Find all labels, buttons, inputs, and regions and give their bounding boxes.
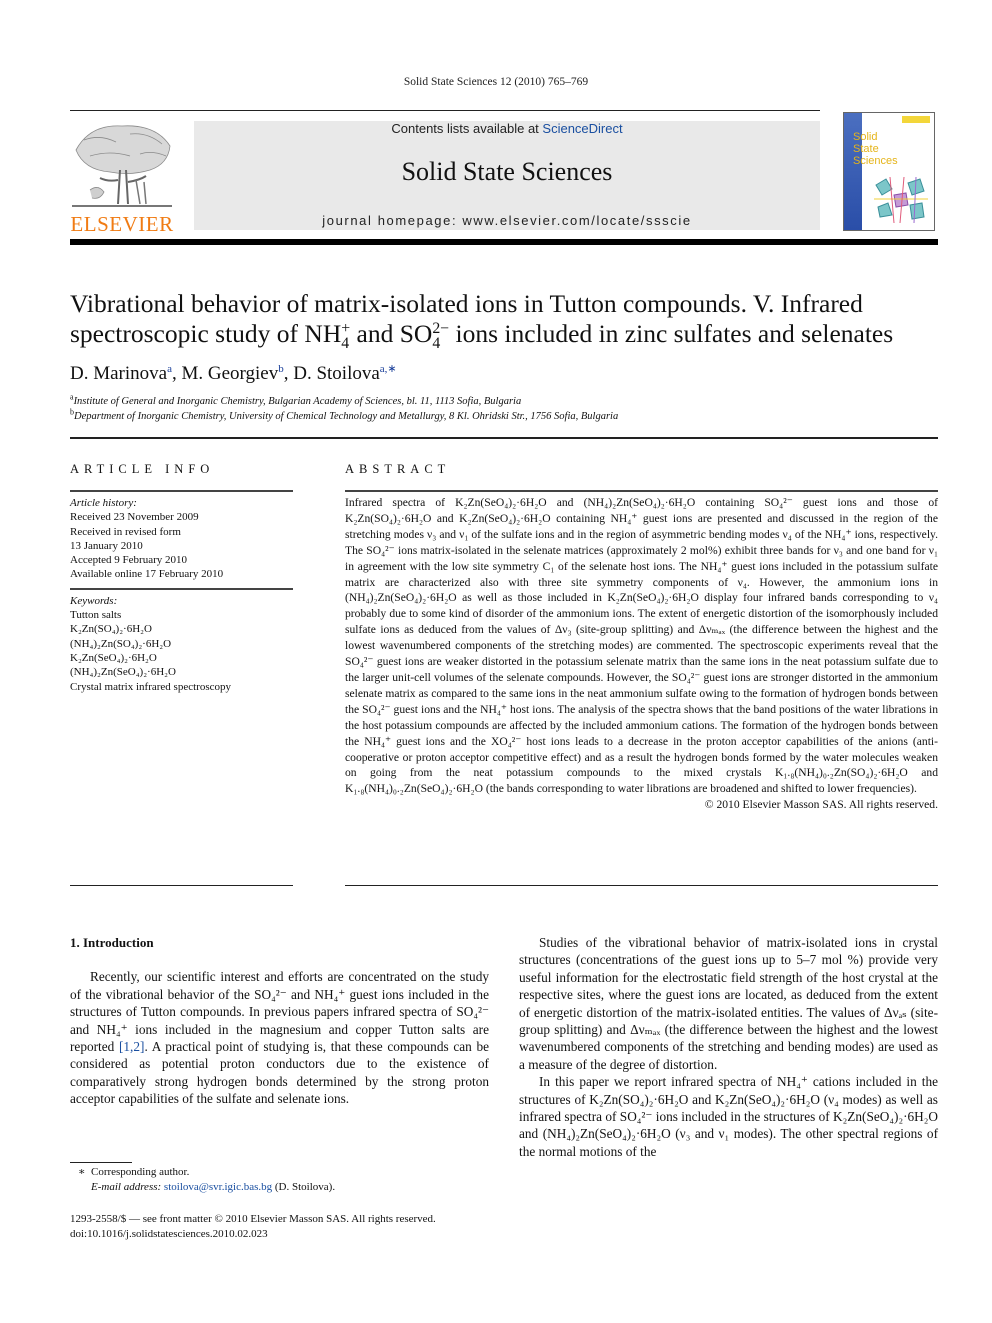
author-name[interactable]: D. Stoilova <box>293 363 380 384</box>
divider <box>70 490 293 492</box>
abstract: ABSTRACT Infrared spectra of K₂Zn(SeO₄)₂… <box>345 462 938 813</box>
affiliation-mark[interactable]: b <box>278 363 284 375</box>
elsevier-wordmark: ELSEVIER <box>70 212 174 236</box>
abstract-heading: ABSTRACT <box>345 462 451 476</box>
email-label: E-mail address: <box>91 1181 162 1193</box>
abstract-text: Infrared spectra of K₂Zn(SeO₄)₂·6H₂O and… <box>345 496 938 796</box>
body-left-column: 1. Introduction Recently, our scientific… <box>70 934 489 1108</box>
keyword: K₂Zn(SeO₄)₂·6H₂O <box>70 651 157 664</box>
paragraph: Recently, our scientific interest and ef… <box>70 968 489 1107</box>
elsevier-logo[interactable]: ELSEVIER <box>70 120 174 236</box>
star-mark: ∗ <box>78 1166 86 1178</box>
front-rule <box>70 437 938 439</box>
history-label: Article history: <box>70 497 137 509</box>
cover-line: State <box>853 143 879 155</box>
nh4-charge: +4 <box>341 321 350 352</box>
cover-line: Sciences <box>853 155 898 167</box>
contents-line: Contents lists available at ScienceDirec… <box>194 121 820 136</box>
corresponding-line: ∗ Corresponding author. <box>78 1165 335 1180</box>
abstract-bottom-rule <box>345 885 938 886</box>
cover-line: Solid <box>853 131 878 143</box>
article-history: Article history: Received 23 November 20… <box>70 496 293 582</box>
affiliations: aInstitute of General and Inorganic Chem… <box>70 393 619 424</box>
title-text: and SO <box>356 319 433 348</box>
elsevier-tree-icon <box>72 125 172 207</box>
affiliation-mark[interactable]: a,∗ <box>380 363 397 375</box>
keyword: Tutton salts <box>70 609 122 622</box>
crystal-structure-icon <box>874 176 928 224</box>
title-line-2: spectroscopic study of NH +4 and SO 2− 4 io… <box>70 319 950 351</box>
history-item: Received in revised form <box>70 525 181 538</box>
history-item: 13 January 2010 <box>70 539 143 552</box>
title-text: spectroscopic study of NH <box>70 319 342 348</box>
footnote-rule <box>70 1162 132 1163</box>
history-item: Received 23 November 2009 <box>70 511 199 524</box>
section-heading: 1. Introduction <box>70 935 154 950</box>
affiliation-mark[interactable]: a <box>167 363 172 375</box>
divider <box>70 587 293 590</box>
issn-line: 1293-2558/$ — see front matter © 2010 El… <box>70 1213 436 1225</box>
so4-charge: 2− 4 <box>432 321 449 352</box>
body-right-column: Studies of the vibrational behavior of m… <box>519 934 938 1160</box>
paragraph: Studies of the vibrational behavior of m… <box>519 935 938 1072</box>
journal-homepage[interactable]: journal homepage: www.elsevier.com/locat… <box>194 213 820 228</box>
keyword: (NH₄)₂Zn(SO₄)₂·6H₂O <box>70 637 172 650</box>
cover-title: Solid State Sciences <box>853 131 898 167</box>
author-name[interactable]: D. Marinova <box>70 363 167 384</box>
abstract-copyright: © 2010 Elsevier Masson SAS. All rights r… <box>704 798 938 812</box>
cover-bar <box>902 116 930 123</box>
title-line-1: Vibrational behavior of matrix-isolated … <box>70 289 863 318</box>
divider <box>345 490 938 492</box>
affiliation: bDepartment of Inorganic Chemistry, Univ… <box>70 408 619 424</box>
corresponding-text: Corresponding author. <box>90 1166 190 1178</box>
keywords-label: Keywords: <box>70 594 118 607</box>
keywords: Keywords: Tutton salts K₂Zn(SO₄)₂·6H₂O (… <box>70 594 293 694</box>
article-title: Vibrational behavior of matrix-isolated … <box>70 289 950 351</box>
citation-link[interactable]: [1,2] <box>119 1039 144 1054</box>
sciencedirect-link[interactable]: ScienceDirect <box>542 121 622 136</box>
affiliation-text: Institute of General and Inorganic Chemi… <box>73 396 522 407</box>
affiliation-text: Department of Inorganic Chemistry, Unive… <box>74 411 619 422</box>
publication-info: 1293-2558/$ — see front matter © 2010 El… <box>70 1212 436 1242</box>
keyword: Crystal matrix infrared spectroscopy <box>70 680 231 693</box>
author-list: D. Marinovaa, M. Georgievb, D. Stoilovaa… <box>70 363 397 384</box>
paragraph: In this paper we report infrared spectra… <box>519 1074 938 1159</box>
journal-title[interactable]: Solid State Sciences <box>194 157 820 187</box>
corresponding-author-note: ∗ Corresponding author. E-mail address: … <box>78 1165 335 1195</box>
article-info-heading: ARTICLE INFO <box>70 462 215 476</box>
email-line: E-mail address: stoilova@svr.igic.bas.bg… <box>78 1180 335 1195</box>
keyword: K₂Zn(SO₄)₂·6H₂O <box>70 623 152 636</box>
email-suffix: (D. Stoilova). <box>272 1181 336 1193</box>
sub: 4 <box>341 334 350 352</box>
journal-banner: Contents lists available at ScienceDirec… <box>194 121 820 230</box>
running-head: Solid State Sciences 12 (2010) 765–769 <box>403 76 589 88</box>
journal-cover[interactable]: Solid State Sciences <box>843 112 935 231</box>
keyword: (NH₄)₂Zn(SeO₄)₂·6H₂O <box>70 666 176 679</box>
masthead-rule <box>70 239 938 245</box>
contents-prefix: Contents lists available at <box>391 121 543 136</box>
email-link[interactable]: stoilova@svr.igic.bas.bg <box>164 1181 272 1193</box>
doi-line[interactable]: doi:10.1016/j.solidstatesciences.2010.02… <box>70 1227 436 1242</box>
affiliation: aInstitute of General and Inorganic Chem… <box>70 393 618 409</box>
history-item: Available online 17 February 2010 <box>70 568 224 581</box>
history-item: Accepted 9 February 2010 <box>70 554 187 567</box>
author-name[interactable]: M. Georgiev <box>181 363 278 384</box>
sub: 4 <box>432 334 441 352</box>
header-rule <box>70 110 820 111</box>
article-info: ARTICLE INFO Article history: Received 2… <box>70 462 293 694</box>
title-text: ions included in zinc sulfates and selen… <box>455 319 894 348</box>
info-bottom-rule <box>70 885 293 886</box>
